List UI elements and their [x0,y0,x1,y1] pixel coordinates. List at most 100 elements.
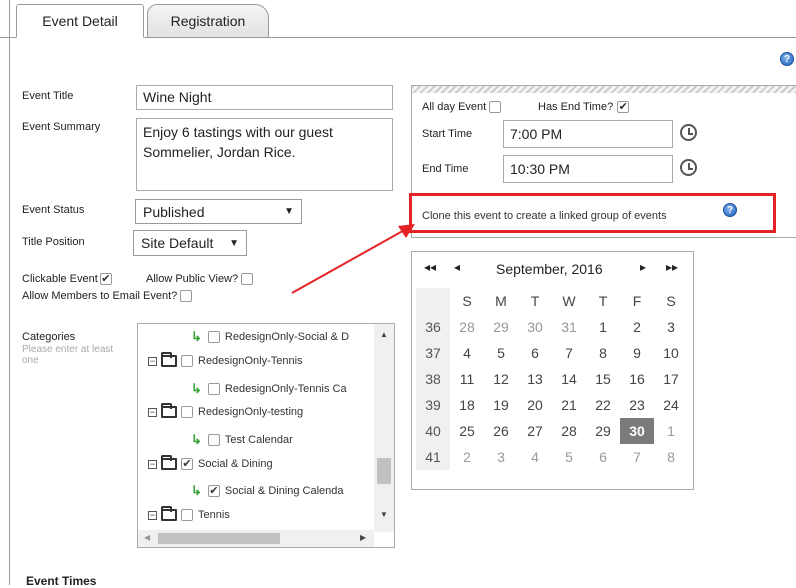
tree-item[interactable]: − RedesignOnly-Tennis [148,352,303,367]
calendar-day[interactable]: 10 [654,340,688,366]
tree-item[interactable]: − Tennis [148,506,230,521]
tree-checkbox[interactable]: ✔ [207,485,220,497]
allow-public-view-row: Allow Public View? [146,273,254,285]
calendar-month-title[interactable]: September, 2016 [496,261,603,277]
categories-tree[interactable]: ↳ RedesignOnly-Social & D − RedesignOnly… [137,323,395,548]
tab-event-detail[interactable]: Event Detail [16,4,144,38]
tree-item[interactable]: ↳ RedesignOnly-Tennis Ca [191,381,347,397]
tree-item[interactable]: ↳ RedesignOnly-Social & D [191,329,349,345]
tab-registration[interactable]: Registration [147,4,269,38]
calendar-day[interactable]: 4 [518,444,552,470]
calendar-day[interactable]: 24 [654,392,688,418]
title-position-select[interactable]: Site Default ▼ [133,230,247,256]
calendar-day[interactable]: 5 [484,340,518,366]
event-title-input[interactable]: Wine Night [136,85,393,110]
allow-public-view-checkbox[interactable] [241,273,254,285]
next-month-icon[interactable]: ▸ [640,260,646,274]
calendar-day[interactable]: 16 [620,366,654,392]
calendar-day[interactable]: 15 [586,366,620,392]
calendar-day[interactable]: 6 [586,444,620,470]
calendar-day[interactable]: 8 [586,340,620,366]
tree-checkbox[interactable] [207,331,220,343]
event-summary-label: Event Summary [22,121,101,133]
calendar-grid: S M T W T F S 36 28 29 30 31 1 2 3 37 4 5 6 7 8 9 10 38 11 12 13 14… [416,288,688,470]
tree-checkbox[interactable] [207,383,220,395]
weekday-header: T [530,293,540,309]
week-number: 36 [416,314,450,340]
tree-checkbox[interactable] [181,355,193,367]
calendar-day[interactable]: 30 [518,314,552,340]
event-status-select[interactable]: Published ▼ [135,199,302,224]
scroll-thumb[interactable] [377,458,391,484]
tree-item[interactable]: − RedesignOnly-testing [148,403,303,418]
prev-year-icon[interactable]: ◂◂ [424,260,436,274]
horizontal-scrollbar[interactable]: ◀ ▶ [138,530,374,547]
tree-checkbox[interactable] [181,509,193,521]
end-time-input[interactable]: 10:30 PM [503,155,673,183]
calendar-day[interactable]: 8 [654,444,688,470]
calendar-day[interactable]: 21 [552,392,586,418]
calendar-day[interactable]: 19 [484,392,518,418]
next-year-icon[interactable]: ▸▸ [666,260,678,274]
calendar-day[interactable]: 27 [518,418,552,444]
dropdown-arrow-icon: ▼ [229,237,239,249]
calendar-day[interactable]: 1 [586,314,620,340]
allow-members-email-checkbox[interactable] [180,290,193,302]
calendar-day[interactable]: 7 [620,444,654,470]
help-icon[interactable]: ? [780,52,794,66]
calendar-day[interactable]: 29 [586,418,620,444]
calendar-day[interactable]: 2 [450,444,484,470]
calendar-day[interactable]: 6 [518,340,552,366]
tree-checkbox[interactable]: ✔ [181,458,193,470]
tree-checkbox[interactable] [181,406,193,418]
collapse-icon[interactable]: − [148,459,157,469]
calendar-day[interactable]: 30 [620,418,654,444]
calendar-day[interactable]: 12 [484,366,518,392]
clock-icon[interactable] [680,124,697,141]
collapse-icon[interactable]: − [148,510,157,520]
scroll-down-icon[interactable]: ▼ [380,510,388,519]
calendar-day[interactable]: 2 [620,314,654,340]
collapse-icon[interactable]: − [148,407,157,417]
calendar-day[interactable]: 7 [552,340,586,366]
scroll-up-icon[interactable]: ▲ [380,330,388,339]
calendar-day[interactable]: 3 [654,314,688,340]
calendar-day[interactable]: 5 [552,444,586,470]
calendar-day[interactable]: 14 [552,366,586,392]
all-day-checkbox[interactable] [489,101,502,113]
prev-month-icon[interactable]: ◂ [454,260,460,274]
calendar-day[interactable]: 26 [484,418,518,444]
event-summary-textarea[interactable]: Enjoy 6 tastings with our guest Sommelie… [136,118,393,191]
date-picker[interactable]: ◂◂ ◂ September, 2016 ▸ ▸▸ S M T W T F S 36 28 29 3… [411,251,694,490]
calendar-day[interactable]: 28 [450,314,484,340]
tree-item[interactable]: ↳ ✔ Social & Dining Calenda [191,483,344,499]
tree-item[interactable]: − ✔ Social & Dining [148,455,273,470]
start-time-input[interactable]: 7:00 PM [503,120,673,148]
collapse-icon[interactable]: − [148,356,157,366]
calendar-day[interactable]: 4 [450,340,484,366]
calendar-day[interactable]: 13 [518,366,552,392]
allow-public-view-label: Allow Public View? [146,273,239,285]
clickable-event-checkbox[interactable]: ✔ [99,273,112,285]
calendar-day[interactable]: 22 [586,392,620,418]
calendar-day[interactable]: 31 [552,314,586,340]
calendar-day[interactable]: 1 [654,418,688,444]
clock-icon[interactable] [680,159,697,176]
calendar-day[interactable]: 23 [620,392,654,418]
calendar-day[interactable]: 11 [450,366,484,392]
calendar-day[interactable]: 3 [484,444,518,470]
calendar-day[interactable]: 25 [450,418,484,444]
calendar-day[interactable]: 29 [484,314,518,340]
scroll-right-icon[interactable]: ▶ [360,533,366,542]
tree-checkbox[interactable] [207,434,220,446]
calendar-day[interactable]: 28 [552,418,586,444]
calendar-day[interactable]: 17 [654,366,688,392]
tree-item[interactable]: ↳ Test Calendar [191,432,293,448]
vertical-scrollbar[interactable]: ▲ ▼ [374,324,394,532]
calendar-day[interactable]: 18 [450,392,484,418]
scroll-thumb-horizontal[interactable] [158,533,280,544]
calendar-day[interactable]: 20 [518,392,552,418]
has-end-time-checkbox[interactable]: ✔ [617,101,630,113]
scroll-left-icon[interactable]: ◀ [144,533,150,542]
calendar-day[interactable]: 9 [620,340,654,366]
